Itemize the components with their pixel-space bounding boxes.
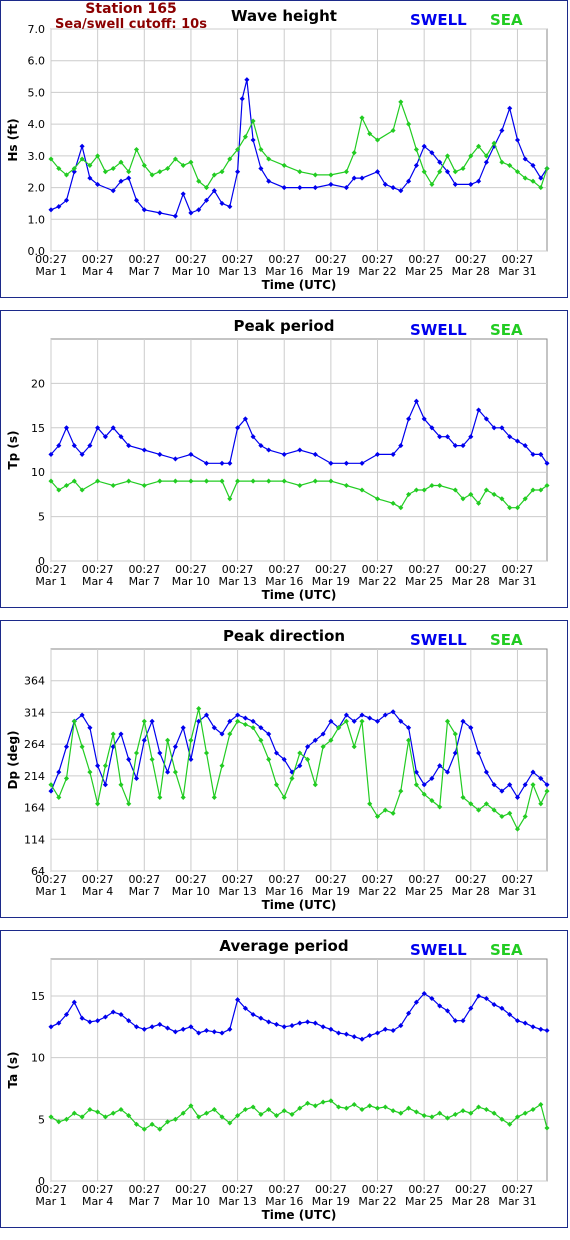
legend-sea: SEA [490,941,523,959]
y-tick-label: 314 [24,706,45,719]
x-tick-date: Mar 28 [452,1195,490,1208]
y-tick-label: 1.0 [28,213,46,226]
y-tick-label: 10 [31,466,45,479]
x-tick-date: Mar 16 [265,885,303,898]
x-tick-date: Mar 19 [312,885,350,898]
x-tick-date: Mar 25 [405,575,443,588]
y-tick-label: 6.0 [28,55,46,68]
x-tick-date: Mar 10 [172,885,210,898]
plot-area [50,28,548,252]
x-tick-date: Mar 28 [452,265,490,278]
y-tick-label: 2.0 [28,182,46,195]
x-tick-date: Mar 7 [129,885,160,898]
y-tick-label: 114 [24,833,45,846]
y-tick-label: 5 [38,511,45,524]
y-tick-label: 3.0 [28,150,46,163]
chart-title: Average period [219,937,349,955]
x-tick-date: Mar 25 [405,885,443,898]
x-axis-label: Time (UTC) [262,1208,337,1222]
x-tick-date: Mar 31 [498,1195,536,1208]
y-tick-label: 5 [38,1113,45,1126]
x-axis-label: Time (UTC) [262,278,337,292]
x-tick-date: Mar 10 [172,1195,210,1208]
peak-period-chart: 0510152000:27Mar 100:27Mar 400:27Mar 700… [6,338,550,602]
legend-swell: SWELL [410,941,467,959]
y-tick-label: 264 [24,738,45,751]
legend-sea: SEA [490,321,523,339]
y-axis-label: Ta (s) [6,1051,20,1088]
x-tick-date: Mar 10 [172,575,210,588]
average-period-chart: 05101500:27Mar 100:27Mar 400:27Mar 700:2… [6,958,550,1222]
x-tick-date: Mar 16 [265,1195,303,1208]
x-tick-date: Mar 13 [218,265,256,278]
x-tick-date: Mar 28 [452,885,490,898]
x-tick-date: Mar 25 [405,265,443,278]
wave-height-chart: 0.01.02.03.04.05.06.07.000:27Mar 100:27M… [6,23,550,292]
x-tick-date: Mar 22 [358,885,396,898]
x-tick-date: Mar 16 [265,265,303,278]
x-tick-date: Mar 13 [218,575,256,588]
chart-title: Peak direction [222,627,346,645]
y-axis-label: Tp (s) [6,430,20,469]
x-tick-date: Mar 4 [82,885,113,898]
y-tick-label: 4.0 [28,118,46,131]
x-tick-date: Mar 28 [452,575,490,588]
y-tick-label: 10 [31,1052,45,1065]
x-axis-label: Time (UTC) [262,898,337,912]
x-tick-date: Mar 19 [312,1195,350,1208]
x-tick-date: Mar 31 [498,265,536,278]
x-tick-date: Mar 22 [358,265,396,278]
peak-direction-chart: 6411416421426431436400:27Mar 100:27Mar 4… [6,648,550,912]
x-tick-date: Mar 1 [35,265,66,278]
x-tick-date: Mar 16 [265,575,303,588]
y-tick-label: 20 [31,377,45,390]
average-period-panel: 0 5 10 15 00:27 Mar 1 00:27 Mar 4 00:27 Mar 7 00:2… [0,930,568,1228]
x-tick-date: Mar 1 [35,885,66,898]
x-tick-date: Mar 4 [82,575,113,588]
legend-swell: SWELL [410,11,467,29]
x-tick-date: Mar 1 [35,1195,66,1208]
x-tick-date: Mar 25 [405,1195,443,1208]
x-tick-date: Mar 7 [129,265,160,278]
plot-area [50,648,548,872]
x-tick-date: Mar 31 [498,885,536,898]
y-tick-label: 164 [24,802,45,815]
y-axis-label: Dp (deg) [6,730,20,789]
x-tick-date: Mar 19 [312,265,350,278]
x-tick-date: Mar 13 [218,885,256,898]
x-axis-label: Time (UTC) [262,588,337,602]
y-tick-label: 364 [24,675,45,688]
y-tick-label: 15 [31,422,45,435]
x-tick-date: Mar 4 [82,265,113,278]
y-axis-label: Hs (ft) [6,118,20,161]
x-tick-date: Mar 1 [35,575,66,588]
x-tick-date: Mar 22 [358,1195,396,1208]
y-tick-label: 15 [31,990,45,1003]
x-tick-date: Mar 22 [358,575,396,588]
y-tick-label: 214 [24,770,45,783]
legend-sea: SEA [490,631,523,649]
x-tick-date: Mar 13 [218,1195,256,1208]
x-tick-date: Mar 7 [129,1195,160,1208]
y-tick-label: 5.0 [28,86,46,99]
plot-area [50,958,548,1182]
chart-title: Peak period [233,317,335,335]
x-tick-date: Mar 31 [498,575,536,588]
legend-swell: SWELL [410,321,467,339]
legend-sea: SEA [490,11,523,29]
peak-period-panel: 0 5 10 15 20 00:27 Mar 1 00:27 Mar 4 00:27 Mar 7 00… [0,310,568,608]
wave-height-panel: 0.0 1.0 2.0 3.0 4.0 5.0 6.0 7.0 00:27 Mar 1 00:27 M… [0,0,568,298]
chart-title: Wave height [231,7,337,25]
x-tick-date: Mar 10 [172,265,210,278]
peak-direction-panel: 64 114 164 214 264 314 364 00:27 Mar 1 00:27 Mar 4… [0,620,568,918]
x-tick-date: Mar 4 [82,1195,113,1208]
x-tick-date: Mar 19 [312,575,350,588]
x-tick-date: Mar 7 [129,575,160,588]
legend-swell: SWELL [410,631,467,649]
